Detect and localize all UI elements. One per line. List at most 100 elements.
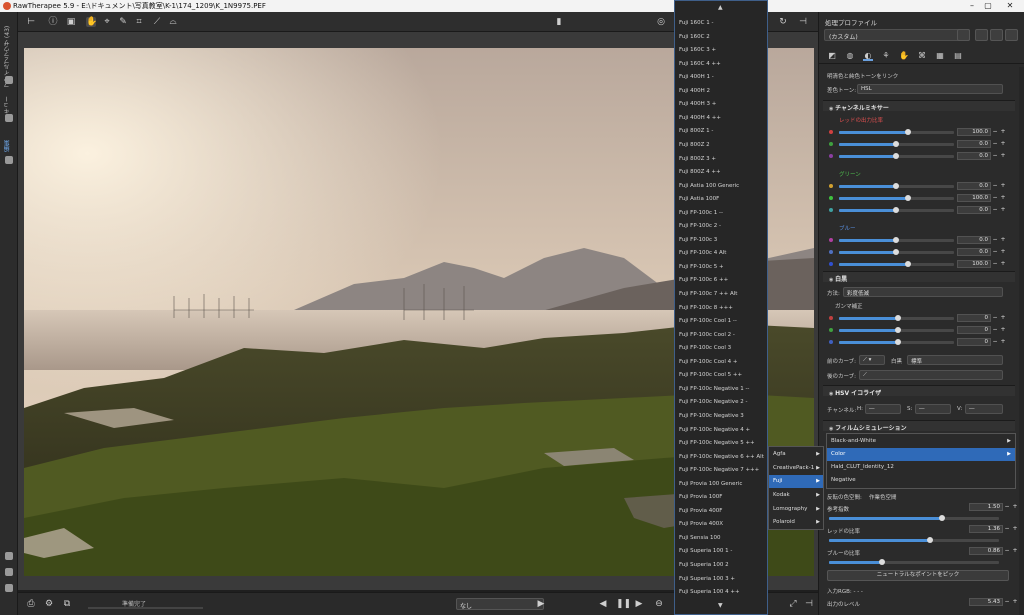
decrement-button[interactable]: − xyxy=(992,260,998,268)
queue-icon[interactable]: ⚙ xyxy=(44,599,54,609)
green-green-slider[interactable] xyxy=(839,195,954,201)
toggle-panel-icon[interactable]: ⊣ xyxy=(798,17,808,27)
blue-blue-slider[interactable] xyxy=(839,261,954,267)
external-editor-icon[interactable]: ⧉ xyxy=(62,599,72,609)
fuji-film-item[interactable]: Fuji 400H 4 ++ xyxy=(679,115,721,121)
increment-button[interactable]: + xyxy=(1012,525,1018,533)
hand-tool-icon[interactable]: ✋ xyxy=(86,17,97,27)
fuji-film-item[interactable]: Fuji 800Z 1 - xyxy=(679,128,713,134)
tab-local-icon[interactable]: ✋ xyxy=(899,51,909,61)
decrement-button[interactable]: − xyxy=(992,128,998,136)
red-blue-slider[interactable] xyxy=(839,153,954,159)
red-ratio-slider[interactable] xyxy=(829,537,999,543)
fuji-film-item[interactable]: Fuji FP-100c Negative 2 - xyxy=(679,399,747,405)
tab-editor[interactable]: 編集 xyxy=(3,134,15,152)
before-curve-type-select[interactable]: 標準 xyxy=(907,355,1003,365)
increment-button[interactable]: + xyxy=(1012,598,1018,606)
increment-button[interactable]: + xyxy=(1000,260,1006,268)
info-icon[interactable] xyxy=(5,552,13,560)
green-red-value[interactable]: 0.0 xyxy=(957,182,991,190)
gamma-green-slider[interactable] xyxy=(839,327,954,333)
film-simulation-header[interactable]: フィルムシミュレーション xyxy=(823,420,1015,432)
output-level-value[interactable]: 5.43 xyxy=(969,598,1003,606)
decrement-button[interactable]: − xyxy=(992,236,998,244)
menu-item-agfa[interactable]: Agfa ▶ xyxy=(769,448,823,461)
gamma-blue-value[interactable]: 0 xyxy=(957,338,991,346)
fuji-film-item[interactable]: Fuji 800Z 4 ++ xyxy=(679,169,721,175)
settings-icon[interactable] xyxy=(5,584,13,592)
fuji-film-item[interactable]: Fuji FP-100c Negative 1 -- xyxy=(679,386,749,392)
menu-item-black-and-white[interactable]: Black-and-White ▶ xyxy=(827,435,1015,448)
decrement-button[interactable]: − xyxy=(1004,525,1010,533)
fuji-film-item[interactable]: Fuji 160C 4 ++ xyxy=(679,61,721,67)
info-icon[interactable]: ⓘ xyxy=(48,17,58,27)
fuji-film-item[interactable]: Fuji FP-100c 2 - xyxy=(679,223,721,229)
fuji-film-item[interactable]: Fuji FP-100c 3 xyxy=(679,237,717,243)
open-profile-icon[interactable] xyxy=(975,29,988,41)
editor-icon[interactable] xyxy=(5,156,13,164)
prev-image-icon[interactable]: ◀ xyxy=(598,599,608,609)
menu-item-polaroid[interactable]: Polaroid ▶ xyxy=(769,516,823,529)
decrement-button[interactable]: − xyxy=(992,140,998,148)
toggle-right-panel-icon[interactable]: ⊣ xyxy=(804,599,814,609)
after-curve-select[interactable]: ⟋ xyxy=(859,370,1003,380)
fuji-film-item[interactable]: Fuji FP-100c Cool 5 ++ xyxy=(679,372,742,378)
menu-item-creativepack[interactable]: CreativePack-1 ▶ xyxy=(769,462,823,475)
fuji-film-item[interactable]: Fuji Astia 100 Generic xyxy=(679,183,739,189)
straighten-icon[interactable]: ⟋ xyxy=(152,17,162,27)
fuji-film-item[interactable]: Fuji FP-100c Cool 1 -- xyxy=(679,318,737,324)
copy-profile-icon[interactable] xyxy=(1005,29,1018,41)
color-toning-method-select[interactable]: HSL xyxy=(857,84,1003,94)
increment-button[interactable]: + xyxy=(1000,194,1006,202)
increment-button[interactable]: + xyxy=(1000,236,1006,244)
tab-color-icon[interactable]: ◐ xyxy=(863,51,873,61)
menu-item-lomography[interactable]: Lomography ▶ xyxy=(769,503,823,516)
tab-transform-icon[interactable]: ⌘ xyxy=(917,51,927,61)
fuji-film-item[interactable]: Fuji FP-100c 5 + xyxy=(679,264,724,270)
rotate-icon[interactable]: ↻ xyxy=(778,17,788,27)
fuji-film-item[interactable]: Fuji 160C 3 + xyxy=(679,47,716,53)
red-red-value[interactable]: 100.0 xyxy=(957,128,991,136)
snapshot-icon[interactable]: ▣ xyxy=(66,17,76,27)
fuji-film-item[interactable]: Fuji FP-100c 1 -- xyxy=(679,210,723,216)
crop-icon[interactable]: ⌗ xyxy=(134,17,144,27)
perspective-icon[interactable]: ⌓ xyxy=(168,17,178,27)
green-green-value[interactable]: 100.0 xyxy=(957,194,991,202)
channel-mixer-header[interactable]: チャンネルミキサー xyxy=(823,100,1015,112)
gamma-red-slider[interactable] xyxy=(839,315,954,321)
fuji-film-item[interactable]: Fuji Provia 100 Generic xyxy=(679,481,742,487)
decrement-button[interactable]: − xyxy=(992,152,998,160)
increment-button[interactable]: + xyxy=(1000,326,1006,334)
link-tones-checkbox[interactable]: 明清色と純色トーンをリンク xyxy=(827,72,898,80)
zoom-out-icon[interactable]: ⊖ xyxy=(654,599,664,609)
before-curve-edit[interactable]: ⟋ ▾ xyxy=(859,355,885,365)
fuji-film-item[interactable]: Fuji FP-100c 4 Alt xyxy=(679,250,726,256)
channel-selector-icon[interactable]: ▮ xyxy=(554,17,564,27)
scroll-up-icon[interactable]: ▲ xyxy=(718,4,723,11)
fuji-film-item[interactable]: Fuji FP-100c Negative 4 + xyxy=(679,427,750,433)
profile-dropdown-icon[interactable] xyxy=(957,29,970,41)
reference-exponent-value[interactable]: 1.50 xyxy=(969,503,1003,511)
decrement-button[interactable]: − xyxy=(992,338,998,346)
green-blue-value[interactable]: 0.0 xyxy=(957,206,991,214)
gear-icon[interactable] xyxy=(5,114,13,122)
tab-raw-icon[interactable]: ▦ xyxy=(935,51,945,61)
fuji-film-item[interactable]: Fuji Provia 400X xyxy=(679,521,723,527)
fuji-film-item[interactable]: Fuji Provia 400F xyxy=(679,508,722,514)
increment-button[interactable]: + xyxy=(1000,140,1006,148)
picker-icon[interactable]: ⌖ xyxy=(102,17,112,27)
tab-exposure-icon[interactable]: ◩ xyxy=(827,51,837,61)
next-image-icon[interactable]: ▶ xyxy=(634,599,644,609)
hsv-h-curve[interactable]: ― xyxy=(865,404,901,414)
increment-button[interactable]: + xyxy=(1012,503,1018,511)
hsv-v-curve[interactable]: ― xyxy=(965,404,1003,414)
pick-neutral-button[interactable]: ニュートラルなポイントをピック xyxy=(827,570,1009,581)
blue-red-value[interactable]: 0.0 xyxy=(957,236,991,244)
save-icon[interactable]: ⎙ xyxy=(26,599,36,609)
fuji-film-item[interactable]: Fuji FP-100c Negative 6 ++ Alt xyxy=(679,454,764,460)
fuji-film-item[interactable]: Fuji Provia 100F xyxy=(679,494,722,500)
fuji-film-item[interactable]: Fuji FP-100c 6 ++ xyxy=(679,277,728,283)
fuji-film-item[interactable]: Fuji 800Z 3 + xyxy=(679,156,716,162)
white-balance-icon[interactable]: ✎ xyxy=(118,17,128,27)
red-ratio-value[interactable]: 1.36 xyxy=(969,525,1003,533)
